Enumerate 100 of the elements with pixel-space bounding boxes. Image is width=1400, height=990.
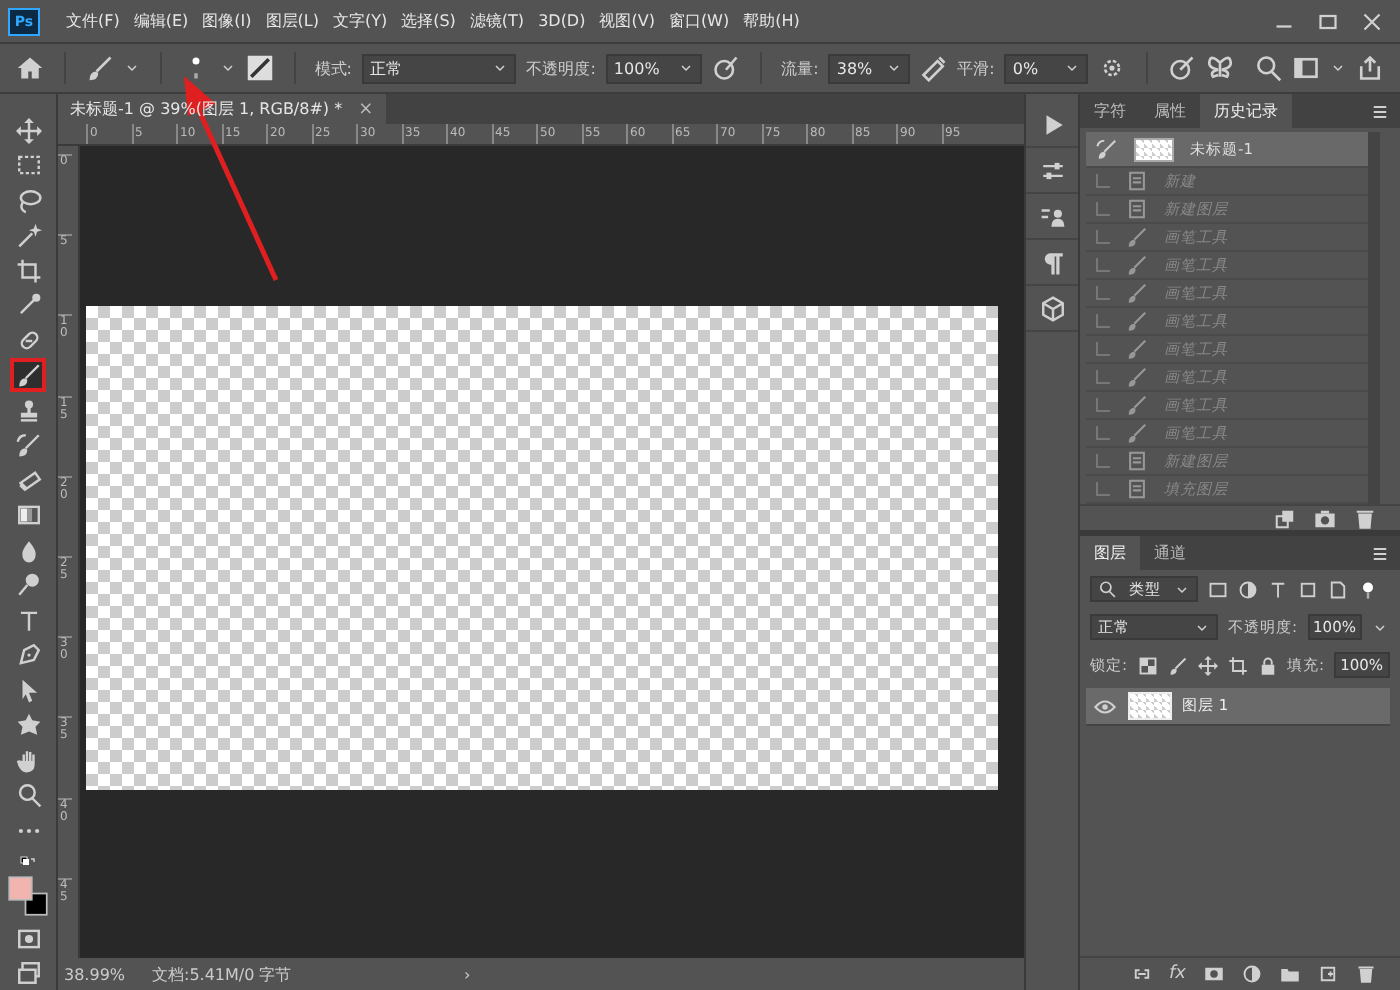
padlock-icon[interactable]	[1257, 655, 1278, 675]
link-icon[interactable]	[1131, 964, 1151, 984]
menu-item[interactable]: 帮助(H)	[743, 10, 800, 32]
dropdown-field[interactable]: 正常	[362, 53, 517, 83]
type-filter-icon[interactable]	[1268, 579, 1288, 599]
mask-icon[interactable]	[1204, 964, 1224, 984]
close-tab-button[interactable]: ×	[358, 99, 374, 119]
image-filter-icon[interactable]	[1208, 579, 1228, 599]
quick-mask-icon[interactable]	[15, 925, 41, 952]
field-label: 不透明度:	[526, 57, 596, 79]
type-icon	[15, 607, 41, 634]
menu-item[interactable]: 3D(D)	[538, 12, 586, 30]
caret-icon[interactable]	[219, 60, 236, 76]
workspace-icon[interactable]	[1291, 54, 1320, 82]
adjustment-icon[interactable]	[1242, 964, 1262, 984]
brush-icon[interactable]	[85, 54, 114, 82]
brush-icon	[1126, 282, 1148, 304]
menu-item[interactable]: 图层(L)	[265, 10, 319, 32]
filter-toggle-icon[interactable]	[1358, 579, 1378, 599]
dodge-icon	[15, 572, 41, 599]
history-brush-icon	[1096, 138, 1118, 160]
eye-icon[interactable]	[1094, 695, 1116, 717]
layer-style-button[interactable]: fx	[1169, 964, 1186, 984]
dropdown-field[interactable]: 0%	[1004, 53, 1089, 83]
eraser-icon	[15, 467, 41, 494]
move-lock-icon[interactable]	[1197, 655, 1218, 675]
brush-icon	[1126, 366, 1148, 388]
trash-icon[interactable]	[1354, 507, 1376, 529]
source-checkbox[interactable]	[1096, 398, 1110, 412]
menu-item[interactable]: 文件(F)	[66, 10, 120, 32]
caret-icon	[1174, 581, 1190, 597]
pressure-opacity-icon[interactable]	[711, 54, 740, 82]
panel-tab[interactable]: 属性	[1140, 94, 1200, 128]
source-checkbox[interactable]	[1096, 174, 1110, 188]
caret-icon[interactable]	[123, 60, 140, 76]
cube-icon[interactable]	[1039, 295, 1065, 321]
pressure-size-icon[interactable]	[1167, 54, 1196, 82]
document-size: 文档:5.41M/0 字节	[152, 963, 294, 985]
panel-tab[interactable]: 历史记录	[1200, 94, 1292, 128]
dropdown-field[interactable]: 38%	[828, 53, 910, 83]
artboard-lock-icon[interactable]	[1227, 655, 1248, 675]
source-checkbox[interactable]	[1096, 286, 1110, 300]
camera-icon[interactable]	[1314, 507, 1336, 529]
checker-lock-icon[interactable]	[1137, 655, 1158, 675]
status-menu-arrow[interactable]: ›	[464, 965, 471, 983]
panel-tab[interactable]: 字符	[1080, 94, 1140, 128]
sliders-icon[interactable]	[1039, 157, 1065, 183]
panel-menu-icon[interactable]	[1370, 543, 1390, 563]
menu-item[interactable]: 窗口(W)	[668, 10, 730, 32]
person-list-icon[interactable]	[1039, 203, 1065, 229]
panel-tab[interactable]: 通道	[1140, 536, 1200, 570]
butterfly-icon[interactable]	[1205, 54, 1234, 82]
new-document-from-state-icon[interactable]	[1274, 507, 1296, 529]
home-icon[interactable]	[16, 54, 44, 82]
paragraph-icon[interactable]	[1039, 249, 1065, 275]
hand-icon	[15, 747, 41, 774]
panel-tab[interactable]: 图层	[1080, 536, 1140, 570]
new-layer-icon[interactable]	[1318, 964, 1338, 984]
color-swatches-icon[interactable]	[8, 876, 48, 917]
search-icon[interactable]	[1253, 54, 1282, 82]
maximize-icon[interactable]	[1316, 9, 1340, 33]
folder-icon[interactable]	[1280, 964, 1300, 984]
menu-item[interactable]: 文字(Y)	[332, 10, 388, 32]
trash-icon[interactable]	[1356, 964, 1376, 984]
document-icon	[1126, 478, 1148, 500]
source-checkbox[interactable]	[1096, 370, 1110, 384]
screen-mode-icon[interactable]	[15, 960, 41, 987]
menu-item[interactable]: 编辑(E)	[133, 10, 189, 32]
menu-item[interactable]: 滤镜(T)	[469, 10, 525, 32]
layer-thumbnail	[1128, 692, 1172, 720]
history-brush-icon	[15, 432, 41, 459]
share-icon[interactable]	[1355, 54, 1384, 82]
source-checkbox[interactable]	[1096, 202, 1110, 216]
menu-item[interactable]: 视图(V)	[599, 10, 655, 32]
caret-icon	[885, 60, 902, 76]
caret-icon[interactable]	[1329, 60, 1346, 76]
brush-icon	[1126, 254, 1148, 276]
tool-button[interactable]	[10, 358, 46, 393]
source-checkbox[interactable]	[1096, 482, 1110, 496]
shape-filter-icon[interactable]	[1298, 579, 1318, 599]
source-checkbox[interactable]	[1096, 342, 1110, 356]
close-icon[interactable]	[1360, 9, 1384, 33]
dropdown-field[interactable]: 100%	[605, 53, 702, 83]
caret-icon[interactable]	[1371, 619, 1388, 635]
source-checkbox[interactable]	[1096, 258, 1110, 272]
zoom-level[interactable]: 38.99%	[64, 965, 120, 983]
brush-lock-icon[interactable]	[1167, 655, 1188, 675]
search-icon	[1098, 580, 1116, 598]
airbrush-icon[interactable]	[919, 54, 948, 82]
source-checkbox[interactable]	[1096, 426, 1110, 440]
source-checkbox[interactable]	[1096, 230, 1110, 244]
menu-item[interactable]: 选择(S)	[401, 10, 456, 32]
brush-settings-icon[interactable]	[245, 54, 274, 82]
adjustment-filter-icon[interactable]	[1238, 579, 1258, 599]
source-checkbox[interactable]	[1096, 454, 1110, 468]
document-icon	[1126, 198, 1148, 220]
panel-menu-icon[interactable]	[1370, 101, 1390, 121]
source-checkbox[interactable]	[1096, 314, 1110, 328]
menu-item[interactable]: 图像(I)	[202, 10, 252, 32]
smart-object-filter-icon[interactable]	[1328, 579, 1348, 599]
